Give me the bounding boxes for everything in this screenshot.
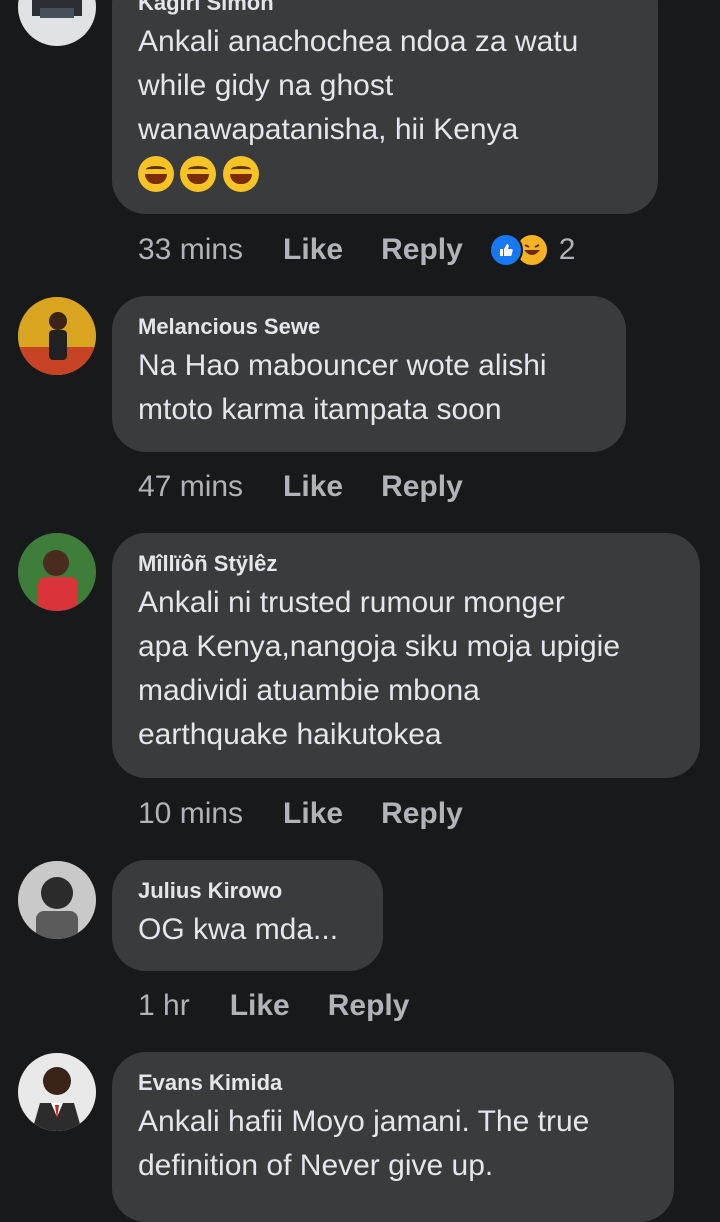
comment-timestamp[interactable]: 33 mins	[138, 233, 243, 267]
comment-text-line: Ankali hafii Moyo jamani. The true	[138, 1105, 590, 1138]
like-button[interactable]: Like	[283, 797, 343, 831]
comment-author[interactable]: Julius Kirowo	[138, 878, 357, 904]
comment-bubble: Julius Kirowo OG kwa mda...	[112, 860, 383, 971]
comment-text-line: while gidy na ghost	[138, 69, 394, 102]
reaction-summary[interactable]: 2	[488, 233, 576, 267]
comment-text-line: definition of Never give up.	[138, 1149, 494, 1182]
avatar[interactable]	[18, 297, 96, 375]
comment-text-line: Ankali ni trusted rumour monger	[138, 586, 565, 619]
like-button[interactable]: Like	[283, 233, 343, 267]
comment-timestamp[interactable]: 47 mins	[138, 470, 243, 504]
comment-text-line: Na Hao mabouncer wote alishi	[138, 349, 547, 382]
comment-timestamp[interactable]: 1 hr	[138, 989, 190, 1023]
comment-author[interactable]: Mîllïôñ Stÿlêz	[138, 551, 674, 577]
rolling-on-floor-laughing-icon	[222, 156, 259, 192]
comment-actions: 33 mins Like Reply 2	[138, 230, 575, 270]
comment-text-line: mtoto karma itampata soon	[138, 393, 502, 426]
rolling-on-floor-laughing-icon	[138, 156, 174, 192]
comment-author[interactable]: Evans Kimida	[138, 1070, 648, 1096]
reply-button[interactable]: Reply	[328, 989, 410, 1023]
comment-bubble: Evans Kimida Ankali hafii Moyo jamani. T…	[112, 1052, 674, 1222]
reply-button[interactable]: Reply	[381, 797, 463, 831]
emoji-row	[138, 156, 632, 192]
like-button[interactable]: Like	[230, 989, 290, 1023]
like-button[interactable]: Like	[283, 470, 343, 504]
avatar[interactable]	[18, 0, 96, 46]
comment-text-line: earthquake haikutokea	[138, 718, 442, 751]
comment-text-line: wanawapatanisha, hii Kenya	[138, 113, 519, 146]
avatar[interactable]	[18, 533, 96, 611]
comment-text-line: madividi atuambie mbona	[138, 674, 480, 707]
rolling-on-floor-laughing-icon	[180, 156, 217, 192]
comment-timestamp[interactable]: 10 mins	[138, 797, 243, 831]
avatar[interactable]	[18, 861, 96, 939]
comment-text-line: Ankali anachochea ndoa za watu	[138, 25, 579, 58]
comment-author[interactable]: Kagiri Simon	[138, 0, 632, 16]
comment-actions: 10 mins Like Reply	[138, 794, 463, 834]
reaction-count: 2	[558, 233, 576, 266]
comment-text-line: apa Kenya,nangoja siku moja upigie	[138, 630, 621, 663]
reply-button[interactable]: Reply	[381, 470, 463, 504]
avatar[interactable]	[18, 1053, 96, 1131]
reply-button[interactable]: Reply	[381, 233, 463, 267]
comment-bubble: Melancious Sewe Na Hao mabouncer wote al…	[112, 296, 626, 452]
comment-bubble: Kagiri Simon Ankali anachochea ndoa za w…	[112, 0, 658, 214]
comment-actions: 47 mins Like Reply	[138, 467, 463, 507]
like-icon	[488, 233, 523, 267]
comment-text-line: OG kwa mda...	[138, 913, 339, 946]
comment-bubble: Mîllïôñ Stÿlêz Ankali ni trusted rumour …	[112, 533, 700, 778]
comment-actions: 1 hr Like Reply	[138, 986, 409, 1026]
comment-author[interactable]: Melancious Sewe	[138, 314, 600, 340]
